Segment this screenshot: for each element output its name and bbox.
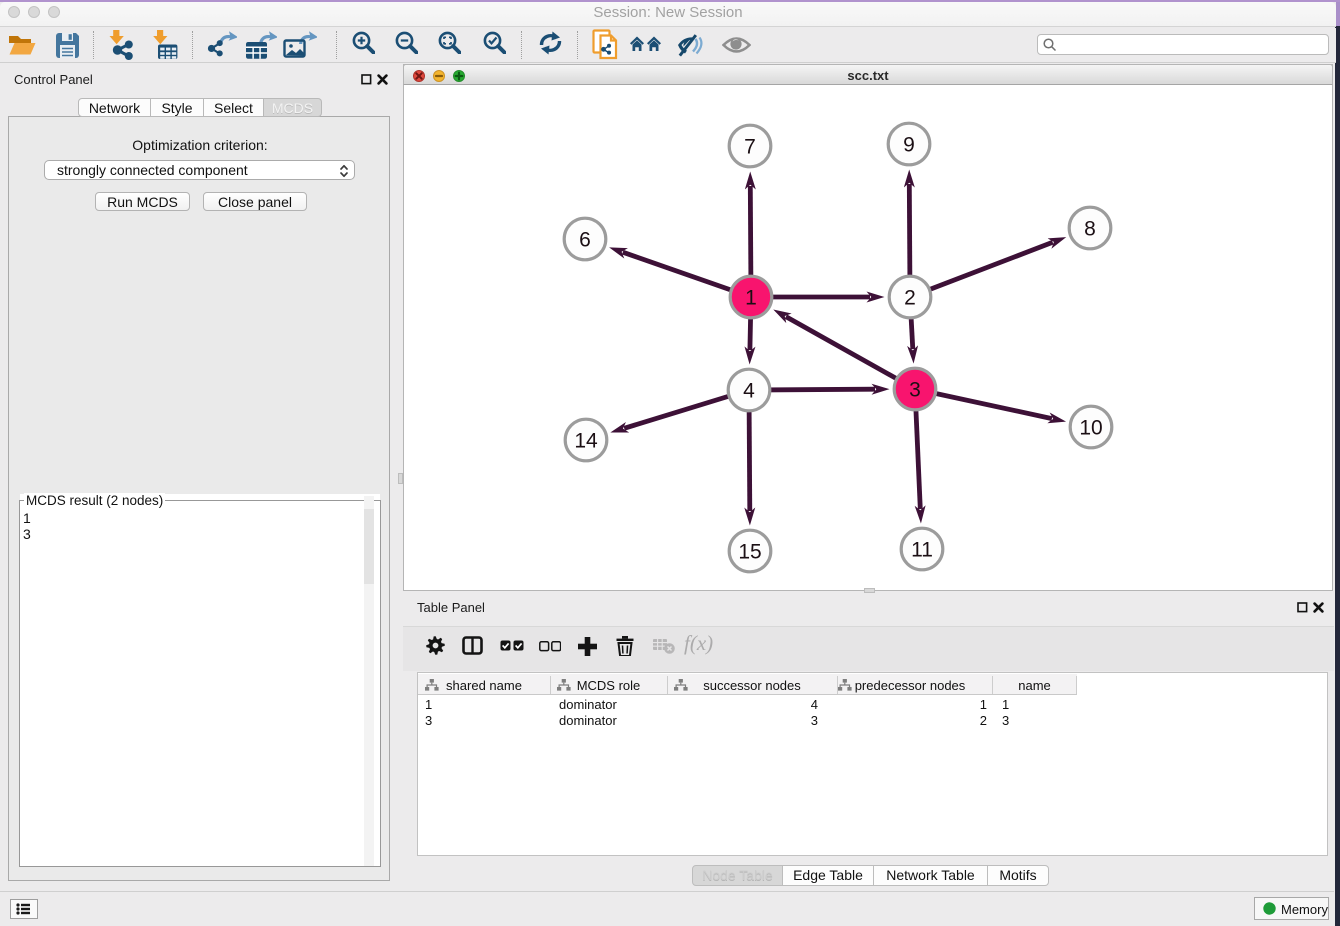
svg-text:6: 6 bbox=[579, 229, 591, 252]
svg-text:3: 3 bbox=[909, 379, 921, 402]
svg-text:7: 7 bbox=[744, 136, 756, 159]
svg-text:4: 4 bbox=[743, 380, 755, 403]
svg-text:11: 11 bbox=[911, 539, 933, 562]
svg-text:9: 9 bbox=[903, 134, 915, 157]
svg-text:14: 14 bbox=[574, 430, 598, 453]
svg-text:10: 10 bbox=[1079, 417, 1102, 440]
svg-text:8: 8 bbox=[1084, 218, 1096, 241]
svg-text:2: 2 bbox=[904, 287, 916, 310]
svg-text:1: 1 bbox=[745, 287, 757, 310]
svg-text:15: 15 bbox=[738, 541, 761, 564]
